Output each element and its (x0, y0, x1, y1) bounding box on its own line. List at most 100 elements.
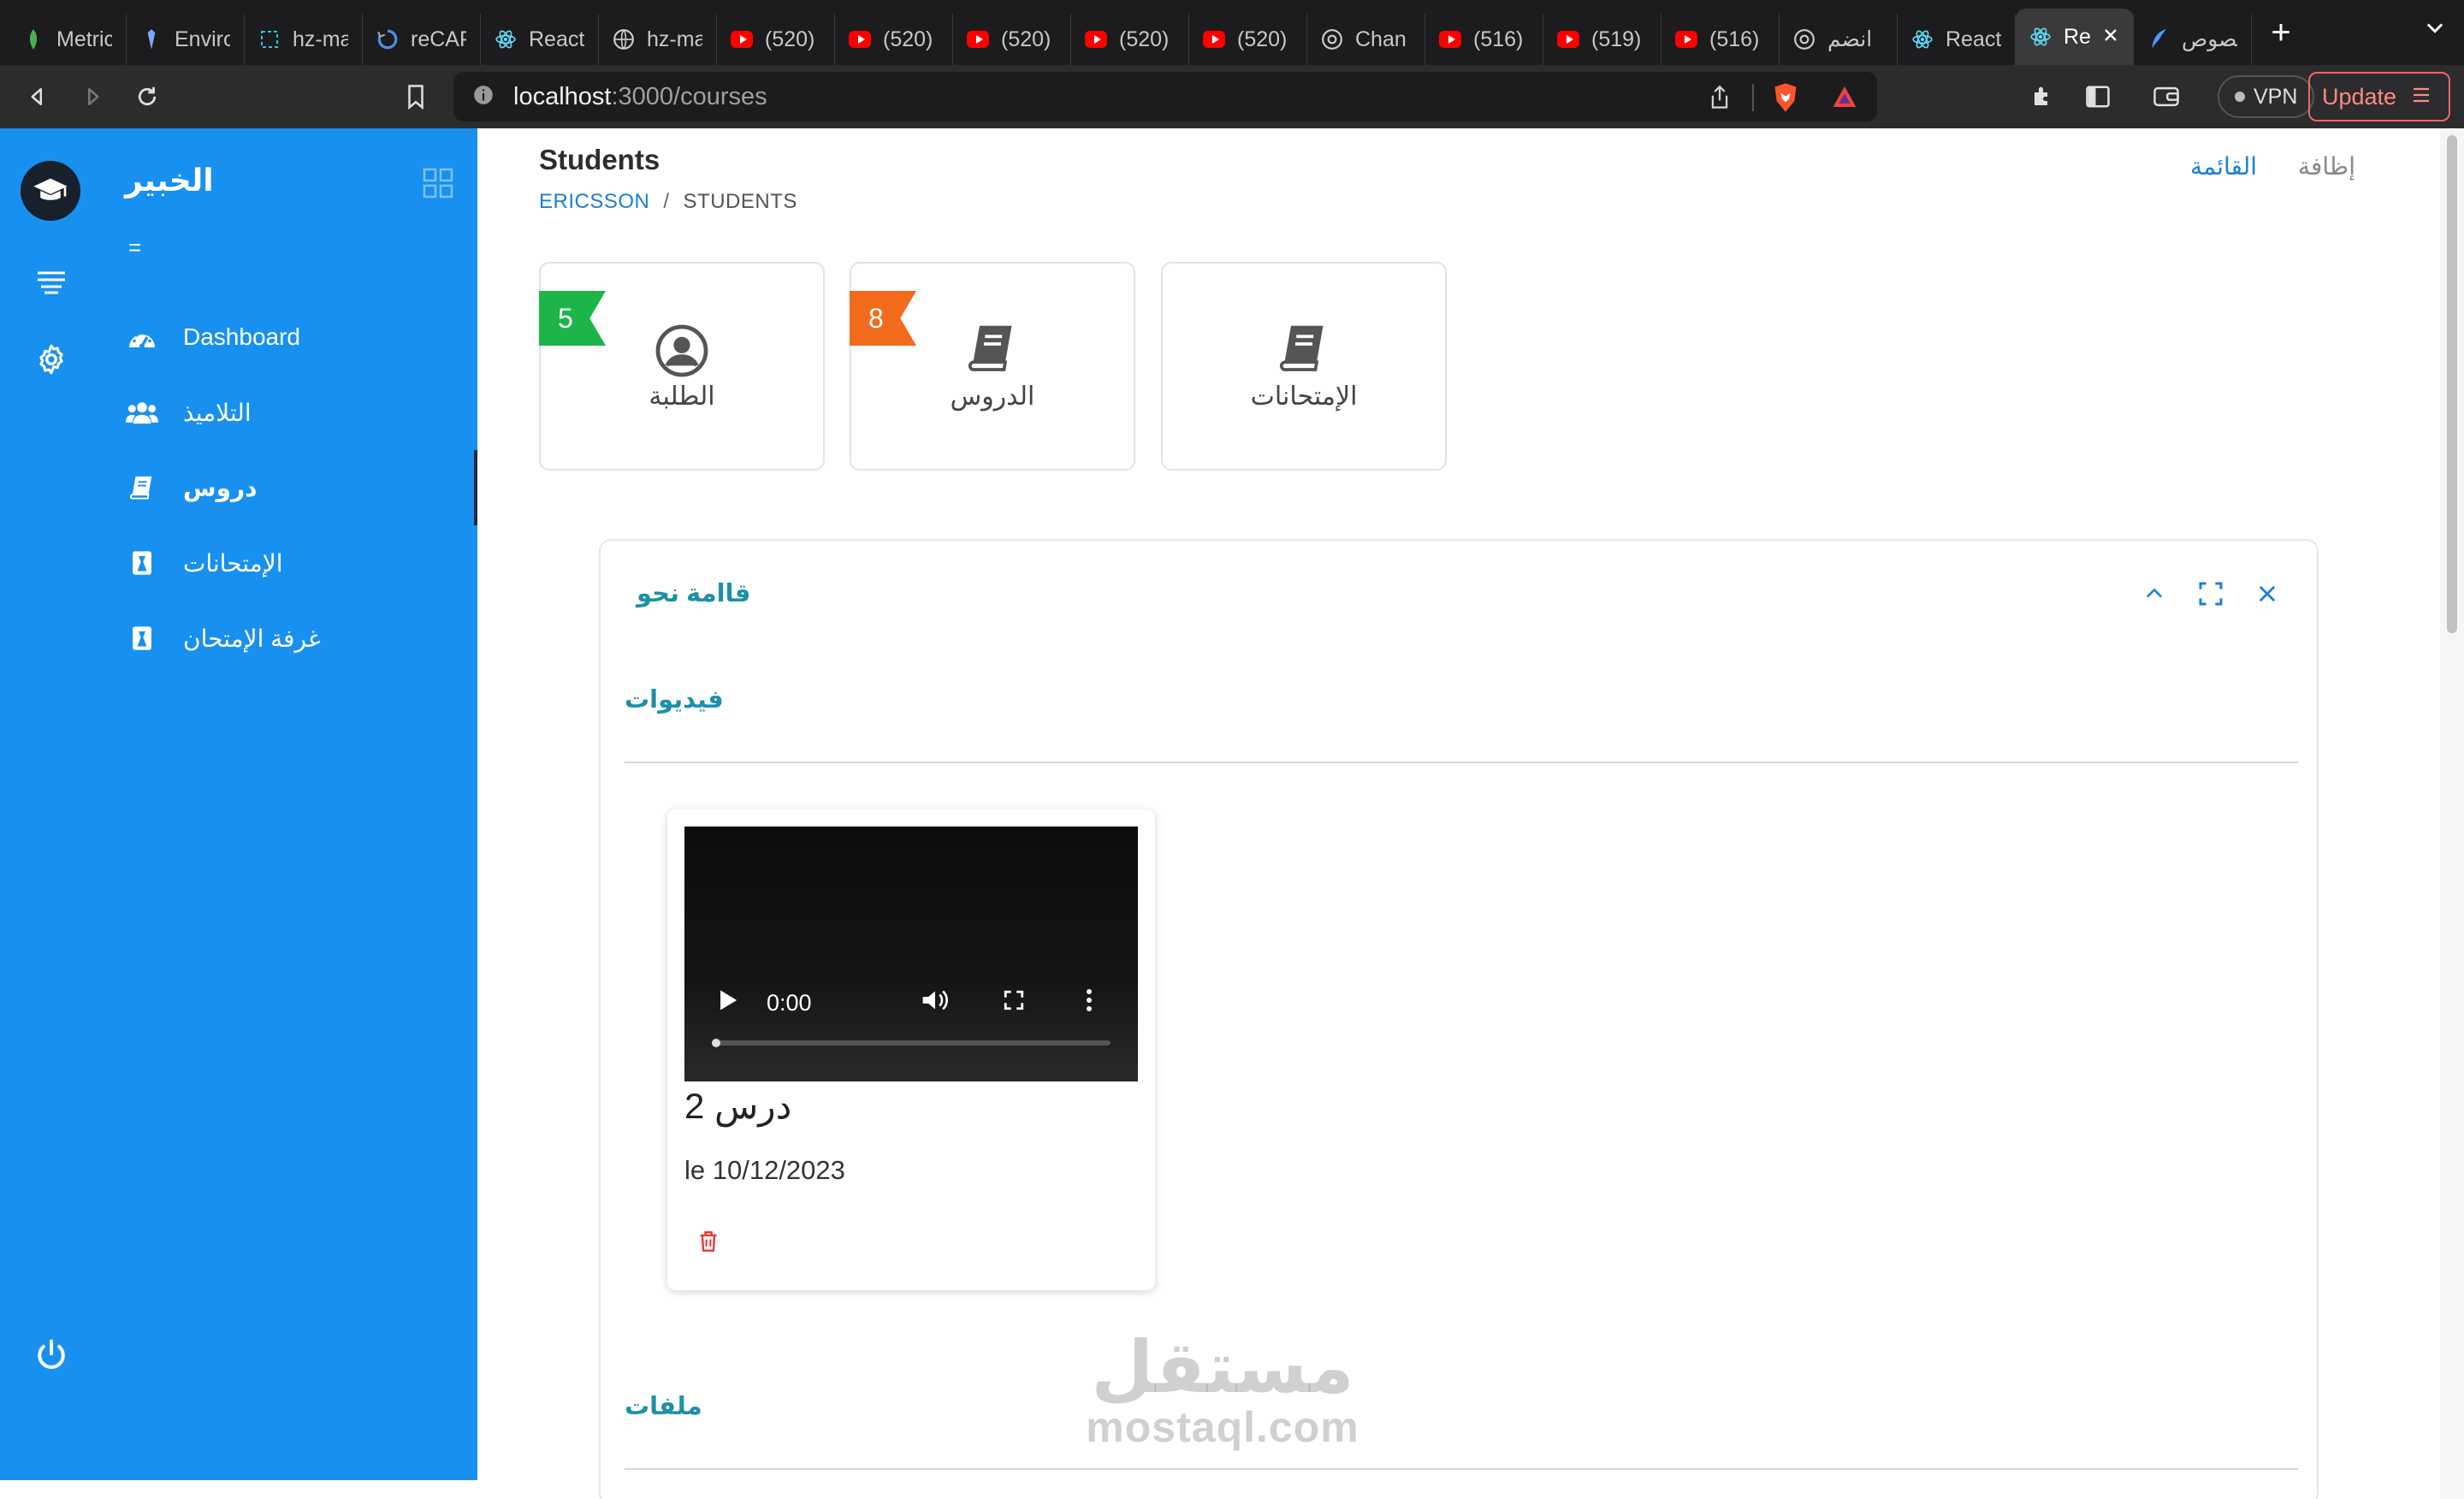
apps-grid-icon[interactable] (423, 168, 453, 203)
watermark-arabic: مستقل (1091, 1327, 1354, 1407)
collapse-toggle[interactable]: = (128, 234, 141, 261)
view-tabs: القائمة إظافة (2190, 152, 2355, 186)
extensions-puzzle-icon[interactable] (2026, 80, 2060, 114)
browser-tab-label: (516) (1709, 27, 1760, 51)
close-tab-icon[interactable] (2102, 25, 2119, 50)
new-tab-button[interactable]: + (2257, 9, 2305, 56)
brave-shields-icon[interactable] (1771, 82, 1800, 117)
browser-tab[interactable]: reCAP (363, 14, 481, 65)
dashboard-gauge-icon (125, 320, 159, 354)
video-progress-bar[interactable] (712, 1039, 1111, 1047)
browser-tab[interactable]: (520) (717, 14, 835, 65)
progress-knob[interactable] (712, 1039, 720, 1047)
bookmark-icon[interactable] (399, 80, 433, 114)
url-host: localhost (513, 82, 612, 110)
close-x-icon[interactable] (2252, 578, 2283, 609)
exam-icon (125, 546, 159, 580)
youtube-icon (1203, 28, 1225, 50)
back-icon[interactable] (21, 80, 55, 114)
breadcrumb-current: STUDENTS (683, 190, 797, 213)
page-scrollbar[interactable] (2440, 128, 2464, 1499)
browser-tab[interactable]: hz-ma (599, 14, 717, 65)
sidebar-item-dashboard[interactable]: Dashboard (125, 299, 477, 375)
browser-tab[interactable]: Re (2016, 9, 2134, 65)
brave-rewards-icon[interactable] (1831, 84, 1858, 114)
users-icon (125, 395, 159, 430)
browser-tab[interactable]: نصوص (2134, 14, 2252, 65)
browser-tab[interactable]: (520) (953, 14, 1071, 65)
video-controls: 0:00 (684, 986, 1138, 1020)
vpn-button[interactable]: VPN (2218, 75, 2315, 118)
browser-tab-label: (520) (1119, 27, 1170, 51)
volume-icon[interactable] (921, 987, 950, 1019)
video-player[interactable]: 0:00 (684, 827, 1138, 1081)
sidebar-item-exam-room[interactable]: غرفة الإمتحان (125, 601, 477, 676)
quill-icon (2147, 28, 2170, 50)
power-logout-icon[interactable] (33, 1336, 70, 1378)
browser-tab[interactable]: (519) (1543, 14, 1661, 65)
browser-tab[interactable]: React (1898, 14, 2016, 65)
browser-tab[interactable]: (520) (1071, 14, 1189, 65)
tab-list[interactable]: القائمة (2190, 152, 2257, 186)
forward-icon[interactable] (75, 80, 110, 114)
more-vertical-icon[interactable] (1085, 987, 1093, 1019)
scrollbar-thumb[interactable] (2447, 135, 2457, 633)
fullscreen-expand-icon[interactable] (2195, 578, 2226, 609)
video-title: درس 2 (684, 1086, 792, 1126)
browser-toolbar: localhost:3000/courses VPN Update (0, 65, 2464, 128)
sidebar-item-lessons[interactable]: دروس (125, 450, 477, 525)
browser-tab[interactable]: Chan (1307, 14, 1425, 65)
browser-tab[interactable]: (516) (1661, 14, 1780, 65)
play-icon[interactable] (717, 988, 739, 1018)
fullscreen-icon[interactable] (1003, 989, 1025, 1017)
files-divider (625, 1468, 2298, 1470)
chatgpt-icon (1793, 28, 1815, 50)
update-button[interactable]: Update (2308, 72, 2450, 121)
sidebar-toggle-icon[interactable] (2081, 80, 2115, 114)
youtube-icon (1439, 28, 1461, 50)
book-icon (851, 323, 1134, 373)
globe-icon (613, 28, 635, 50)
exam-room-icon (125, 621, 159, 655)
stat-card-students[interactable]: 5 الطلبة (539, 262, 825, 471)
browser-tab-label: reCAP (411, 27, 466, 51)
browser-tab-label: نصوص (2182, 27, 2237, 51)
recaptcha-icon (376, 28, 399, 50)
settings-gear-icon[interactable] (34, 342, 68, 376)
share-icon[interactable] (1708, 85, 1732, 115)
tab-add[interactable]: إظافة (2298, 152, 2355, 186)
stat-card-exams[interactable]: الإمتحانات (1161, 262, 1447, 471)
reload-icon[interactable] (130, 80, 164, 114)
browser-tab[interactable]: (516) (1425, 14, 1543, 65)
browser-tab[interactable]: hz-ma (245, 14, 363, 65)
browser-tab-label: (520) (1237, 27, 1288, 51)
browser-tab[interactable]: Enviro (127, 14, 245, 65)
browser-tab-label: hz-ma (647, 27, 702, 51)
browser-tab[interactable]: Metric (9, 14, 127, 65)
browser-tab[interactable]: React (481, 14, 599, 65)
browser-tab[interactable]: (520) (1189, 14, 1307, 65)
stat-card-lessons[interactable]: 8 الدروس (850, 262, 1135, 471)
breadcrumb-root-link[interactable]: ERICSSON (539, 190, 649, 214)
address-bar[interactable]: localhost:3000/courses (453, 72, 1877, 121)
browser-tab-label: React (529, 27, 584, 51)
youtube-icon (967, 28, 989, 50)
browser-tab-bar: Metric Enviro hz-ma reCAP React hz-ma (520) (52… (0, 0, 2464, 65)
collapse-chevron-up-icon[interactable] (2139, 578, 2170, 609)
menu-lines-icon[interactable] (34, 265, 68, 299)
sidebar-item-exams[interactable]: الإمتحانات (125, 525, 477, 601)
sidebar-item-students[interactable]: التلاميذ (125, 375, 477, 450)
browser-tab[interactable]: انضم (1780, 14, 1898, 65)
youtube-icon (1675, 28, 1697, 50)
browser-tab-label: Re (2064, 24, 2090, 49)
graduation-cap-logo-icon[interactable] (21, 161, 80, 221)
react-icon (495, 28, 517, 50)
wallet-icon[interactable] (2149, 80, 2183, 114)
tab-list-chevron-icon[interactable] (2423, 15, 2447, 45)
browser-tab-label: Enviro (175, 27, 230, 51)
delete-trash-icon[interactable] (698, 1230, 719, 1257)
videos-divider (625, 761, 2298, 763)
site-info-icon[interactable] (472, 84, 495, 110)
stat-label: الإمتحانات (1250, 382, 1358, 411)
browser-tab[interactable]: (520) (835, 14, 953, 65)
